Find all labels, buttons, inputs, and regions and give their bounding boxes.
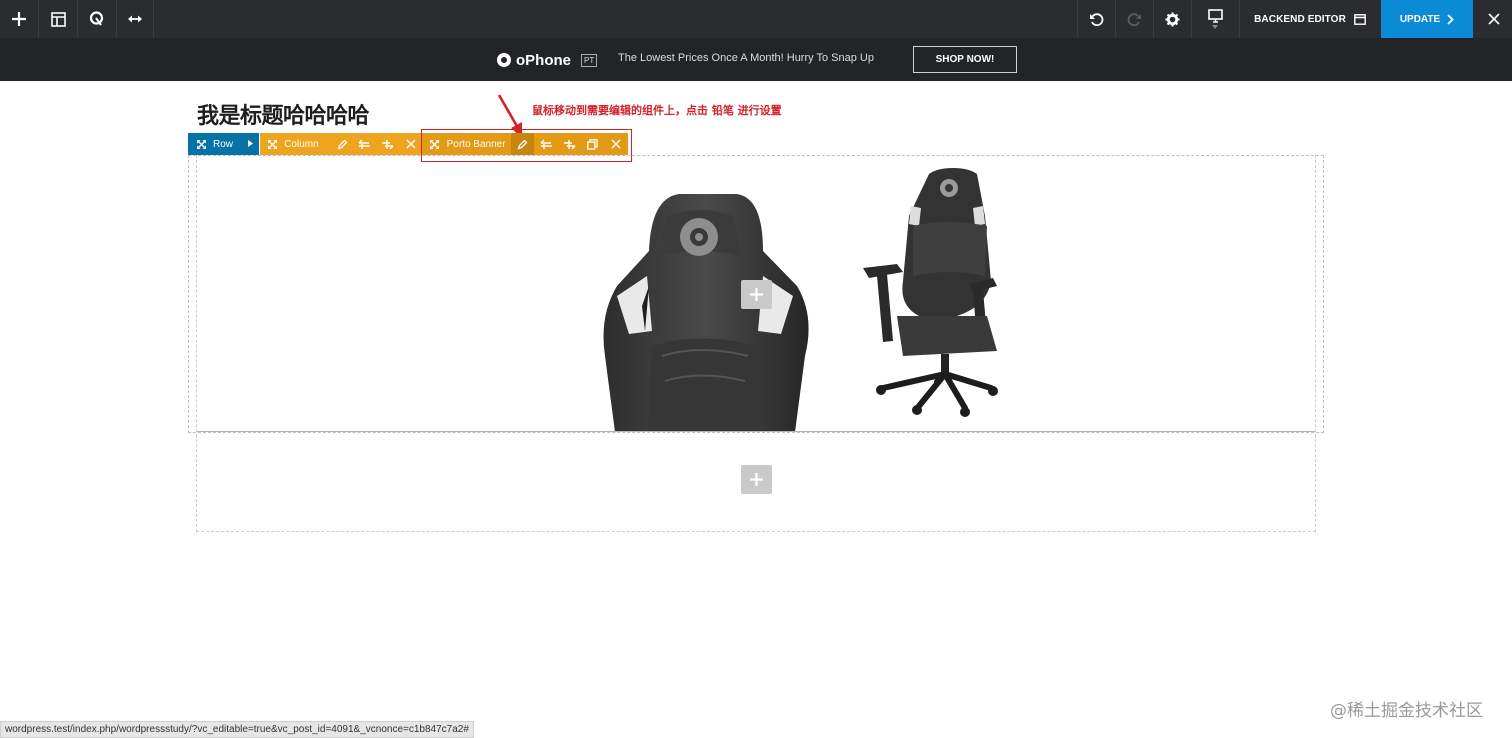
add-element-button[interactable] xyxy=(0,0,38,38)
annotation-text: 鼠标移动到需要编辑的组件上，点击 铅笔 进行设置 xyxy=(532,104,782,117)
row-label[interactable]: Row xyxy=(213,139,233,150)
add-element-in-column-button[interactable] xyxy=(741,465,772,494)
chevron-down-icon xyxy=(1212,25,1218,29)
redo-icon xyxy=(1127,12,1141,26)
page-title: 我是标题哈哈哈哈 xyxy=(197,104,370,129)
plus-icon xyxy=(12,12,26,26)
banner-bottom-line xyxy=(197,431,1315,432)
layout-icon xyxy=(50,11,66,27)
column-delete-icon[interactable] xyxy=(399,133,422,155)
column-edit-pencil-icon[interactable] xyxy=(331,133,354,155)
shop-now-button[interactable]: SHOP NOW! xyxy=(913,46,1017,73)
promo-message: The Lowest Prices Once A Month! Hurry To… xyxy=(618,52,874,64)
seo-button[interactable] xyxy=(78,0,116,38)
window-icon xyxy=(1353,13,1366,25)
redo-button[interactable] xyxy=(1116,0,1153,38)
monitor-icon xyxy=(1207,9,1223,23)
column-controls: Column xyxy=(260,133,422,155)
close-icon xyxy=(1488,13,1500,25)
promo-bar: oPhone PT The Lowest Prices Once A Month… xyxy=(0,38,1512,81)
watermark: @稀土掘金技术社区 xyxy=(1330,701,1483,721)
logo-text: oPhone xyxy=(516,51,571,69)
column-append-icon[interactable] xyxy=(376,133,399,155)
move-icon[interactable] xyxy=(265,133,280,155)
column-prepend-icon[interactable] xyxy=(354,133,377,155)
close-editor-button[interactable] xyxy=(1476,0,1512,38)
undo-button[interactable] xyxy=(1078,0,1115,38)
resize-icon xyxy=(128,15,142,23)
plus-icon xyxy=(750,473,763,486)
add-element-in-banner-button[interactable] xyxy=(741,280,772,309)
logo-icon xyxy=(497,53,511,67)
settings-button[interactable] xyxy=(1154,0,1191,38)
plus-icon xyxy=(750,288,763,301)
move-icon[interactable] xyxy=(193,133,209,155)
chevron-right-icon xyxy=(1447,13,1454,25)
logo-badge: PT xyxy=(581,53,598,67)
caret-right-icon[interactable] xyxy=(248,139,253,150)
editor-toolbar: BACKEND EDITOR UPDATE xyxy=(0,0,1512,38)
undo-icon xyxy=(1090,12,1104,26)
gear-icon xyxy=(1165,11,1180,27)
templates-button[interactable] xyxy=(39,0,77,38)
brand-logo[interactable]: oPhone PT xyxy=(496,50,598,70)
column-label[interactable]: Column xyxy=(284,139,331,150)
update-button[interactable]: UPDATE xyxy=(1381,0,1473,38)
backend-editor-button[interactable]: BACKEND EDITOR xyxy=(1240,0,1380,38)
status-bar-url: wordpress.test/index.php/wordpressstudy/… xyxy=(0,721,474,738)
seo-icon xyxy=(89,11,104,26)
screen-width-button[interactable] xyxy=(117,0,153,38)
responsive-device-button[interactable] xyxy=(1192,0,1238,38)
backend-editor-label: BACKEND EDITOR xyxy=(1254,13,1346,25)
update-label: UPDATE xyxy=(1399,13,1441,25)
row-controls: Row xyxy=(188,133,259,155)
